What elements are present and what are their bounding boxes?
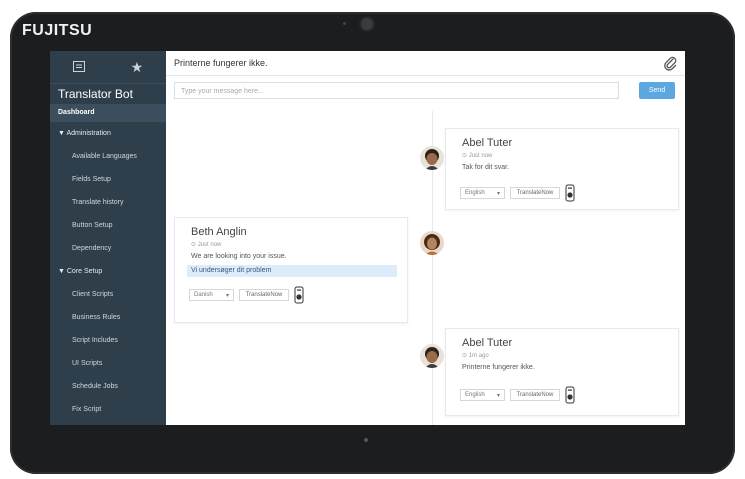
sidebar-item-ui-scripts[interactable]: UI Scripts — [50, 352, 166, 375]
sidebar-item-dependency[interactable]: Dependency — [50, 237, 166, 260]
sidebar-group-administration[interactable]: ▼ Administration — [50, 122, 166, 145]
message-text: Printerne fungerer ikke. — [462, 364, 535, 371]
star-icon[interactable]: ★ — [131, 59, 144, 76]
sidebar-item-schedule-jobs[interactable]: Schedule Jobs — [50, 375, 166, 398]
audio-icon[interactable] — [565, 386, 575, 404]
avatar-abel-tuter — [420, 344, 444, 368]
sidebar-item-fix-script[interactable]: Fix Script — [50, 398, 166, 421]
message-card: Abel Tuter ⊙ Just now Tak for dit svar. … — [445, 128, 679, 210]
paperclip-icon[interactable] — [663, 55, 677, 71]
sender-name: Beth Anglin — [191, 226, 247, 238]
chevron-down-icon: ▾ — [225, 292, 229, 299]
sidebar-toolbar: ★ — [50, 51, 166, 84]
sidebar-item-client-scripts[interactable]: Client Scripts — [50, 283, 166, 306]
language-select[interactable]: Danish ▾ — [189, 289, 234, 301]
sidebar-item-business-rules[interactable]: Business Rules — [50, 306, 166, 329]
language-select[interactable]: English ▾ — [460, 389, 505, 401]
message-text: We are looking into your issue. — [191, 253, 287, 260]
audio-icon[interactable] — [294, 286, 304, 304]
sidebar-item-available-languages[interactable]: Available Languages — [50, 145, 166, 168]
send-button[interactable]: Send — [639, 82, 675, 99]
translate-now-button[interactable]: TranslateNow — [239, 289, 289, 301]
message-text: Tak for dit svar. — [462, 164, 510, 171]
language-select[interactable]: English ▾ — [460, 187, 505, 199]
translate-now-button[interactable]: TranslateNow — [510, 187, 560, 199]
main-panel: Printerne fungerer ikke. Type your messa… — [166, 51, 685, 425]
sidebar-item-script-includes[interactable]: Script Includes — [50, 329, 166, 352]
sensor-dot — [343, 22, 346, 25]
app-title: Translator Bot — [58, 87, 133, 101]
translate-controls: English ▾ TranslateNow — [460, 386, 575, 404]
conversation-header: Printerne fungerer ikke. — [166, 51, 685, 76]
sidebar-group-core-setup[interactable]: ▼ Core Setup — [50, 260, 166, 283]
message-card: Abel Tuter ⊙ 1m ago Printerne fungerer i… — [445, 328, 679, 416]
language-select-value: Danish — [194, 292, 213, 298]
message-time: ⊙ 1m ago — [462, 353, 489, 359]
sidebar-item-dashboard[interactable]: Dashboard — [50, 104, 166, 122]
chevron-down-icon: ▾ — [496, 392, 500, 399]
avatar-abel-tuter — [420, 146, 444, 170]
translate-controls: Danish ▾ TranslateNow — [189, 286, 304, 304]
sender-name: Abel Tuter — [462, 137, 513, 149]
camera-icon — [361, 18, 373, 30]
sidebar: ★ Translator Bot Dashboard ▼ Administrat… — [50, 51, 166, 425]
translate-controls: English ▾ TranslateNow — [460, 184, 575, 202]
avatar-beth-anglin — [420, 231, 444, 255]
screen: ★ Translator Bot Dashboard ▼ Administrat… — [50, 51, 685, 425]
brand-logo: FUJITSU — [22, 22, 93, 39]
translated-text: Vi undersøger dit problem — [187, 265, 397, 277]
inbox-icon[interactable] — [72, 59, 85, 75]
message-input[interactable]: Type your message here... — [174, 82, 619, 99]
language-select-value: English — [465, 392, 485, 398]
message-time: ⊙ Just now — [462, 153, 493, 159]
audio-icon[interactable] — [565, 184, 575, 202]
sidebar-item-translate-history[interactable]: Translate history — [50, 191, 166, 214]
sender-name: Abel Tuter — [462, 337, 513, 349]
home-indicator — [364, 438, 368, 442]
message-time: ⊙ Just now — [191, 242, 222, 248]
sidebar-item-fields-setup[interactable]: Fields Setup — [50, 168, 166, 191]
sidebar-item-button-setup[interactable]: Button Setup — [50, 214, 166, 237]
translate-now-button[interactable]: TranslateNow — [510, 389, 560, 401]
message-card: Beth Anglin ⊙ Just now We are looking in… — [174, 217, 408, 323]
chevron-down-icon: ▾ — [496, 190, 500, 197]
conversation-title: Printerne fungerer ikke. — [174, 58, 268, 68]
language-select-value: English — [465, 190, 485, 196]
